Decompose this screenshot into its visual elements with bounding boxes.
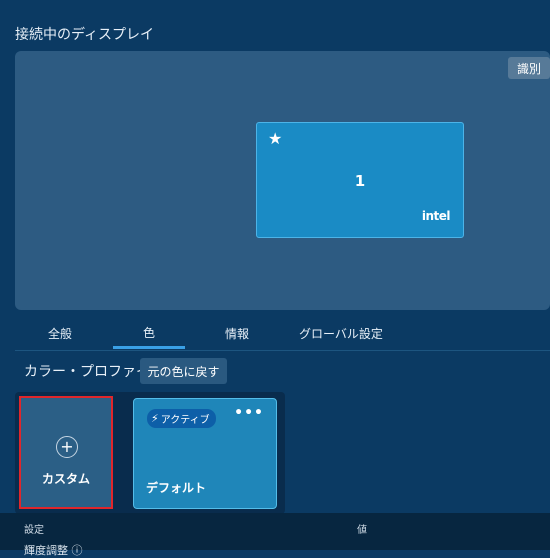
plus-icon: + (56, 436, 78, 458)
column-header-setting: 設定 (24, 525, 44, 536)
settings-row-partial[interactable]: 輝度調整 ⓘ (24, 542, 83, 558)
star-icon: ★ (268, 129, 283, 148)
intel-logo: intel (421, 209, 451, 223)
monitor-tile-1[interactable]: ★ 1 intel (256, 122, 464, 238)
restore-colors-button[interactable]: 元の色に戻す (140, 358, 227, 384)
active-badge-label: アクティブ (160, 415, 210, 426)
active-badge: ⚡ アクティブ (147, 409, 216, 428)
tab-info[interactable]: 情報 (201, 318, 273, 349)
tab-general[interactable]: 全般 (21, 318, 99, 349)
identify-button[interactable]: 識別 (508, 57, 550, 79)
lightning-icon: ⚡ (151, 412, 159, 425)
display-arrangement-area: 識別 ★ 1 intel (15, 51, 550, 310)
connected-displays-title: 接続中のディスプレイ (15, 27, 155, 43)
more-options-icon[interactable]: ••• (234, 405, 264, 421)
default-profile-label: デフォルト (146, 481, 207, 495)
tab-color[interactable]: 色 (113, 318, 185, 349)
custom-profile-label: カスタム (41, 472, 90, 486)
settings-tabs: 全般 色 情報 グローバル設定 (15, 318, 550, 351)
tab-global-settings[interactable]: グローバル設定 (285, 318, 397, 349)
custom-profile-card[interactable]: + カスタム (19, 396, 113, 509)
column-header-value: 値 (357, 525, 367, 536)
default-profile-card[interactable]: ⚡ アクティブ ••• デフォルト (133, 398, 277, 509)
settings-table-header: 設定 値 輝度調整 ⓘ (0, 513, 550, 557)
monitor-number: 1 (354, 172, 366, 190)
